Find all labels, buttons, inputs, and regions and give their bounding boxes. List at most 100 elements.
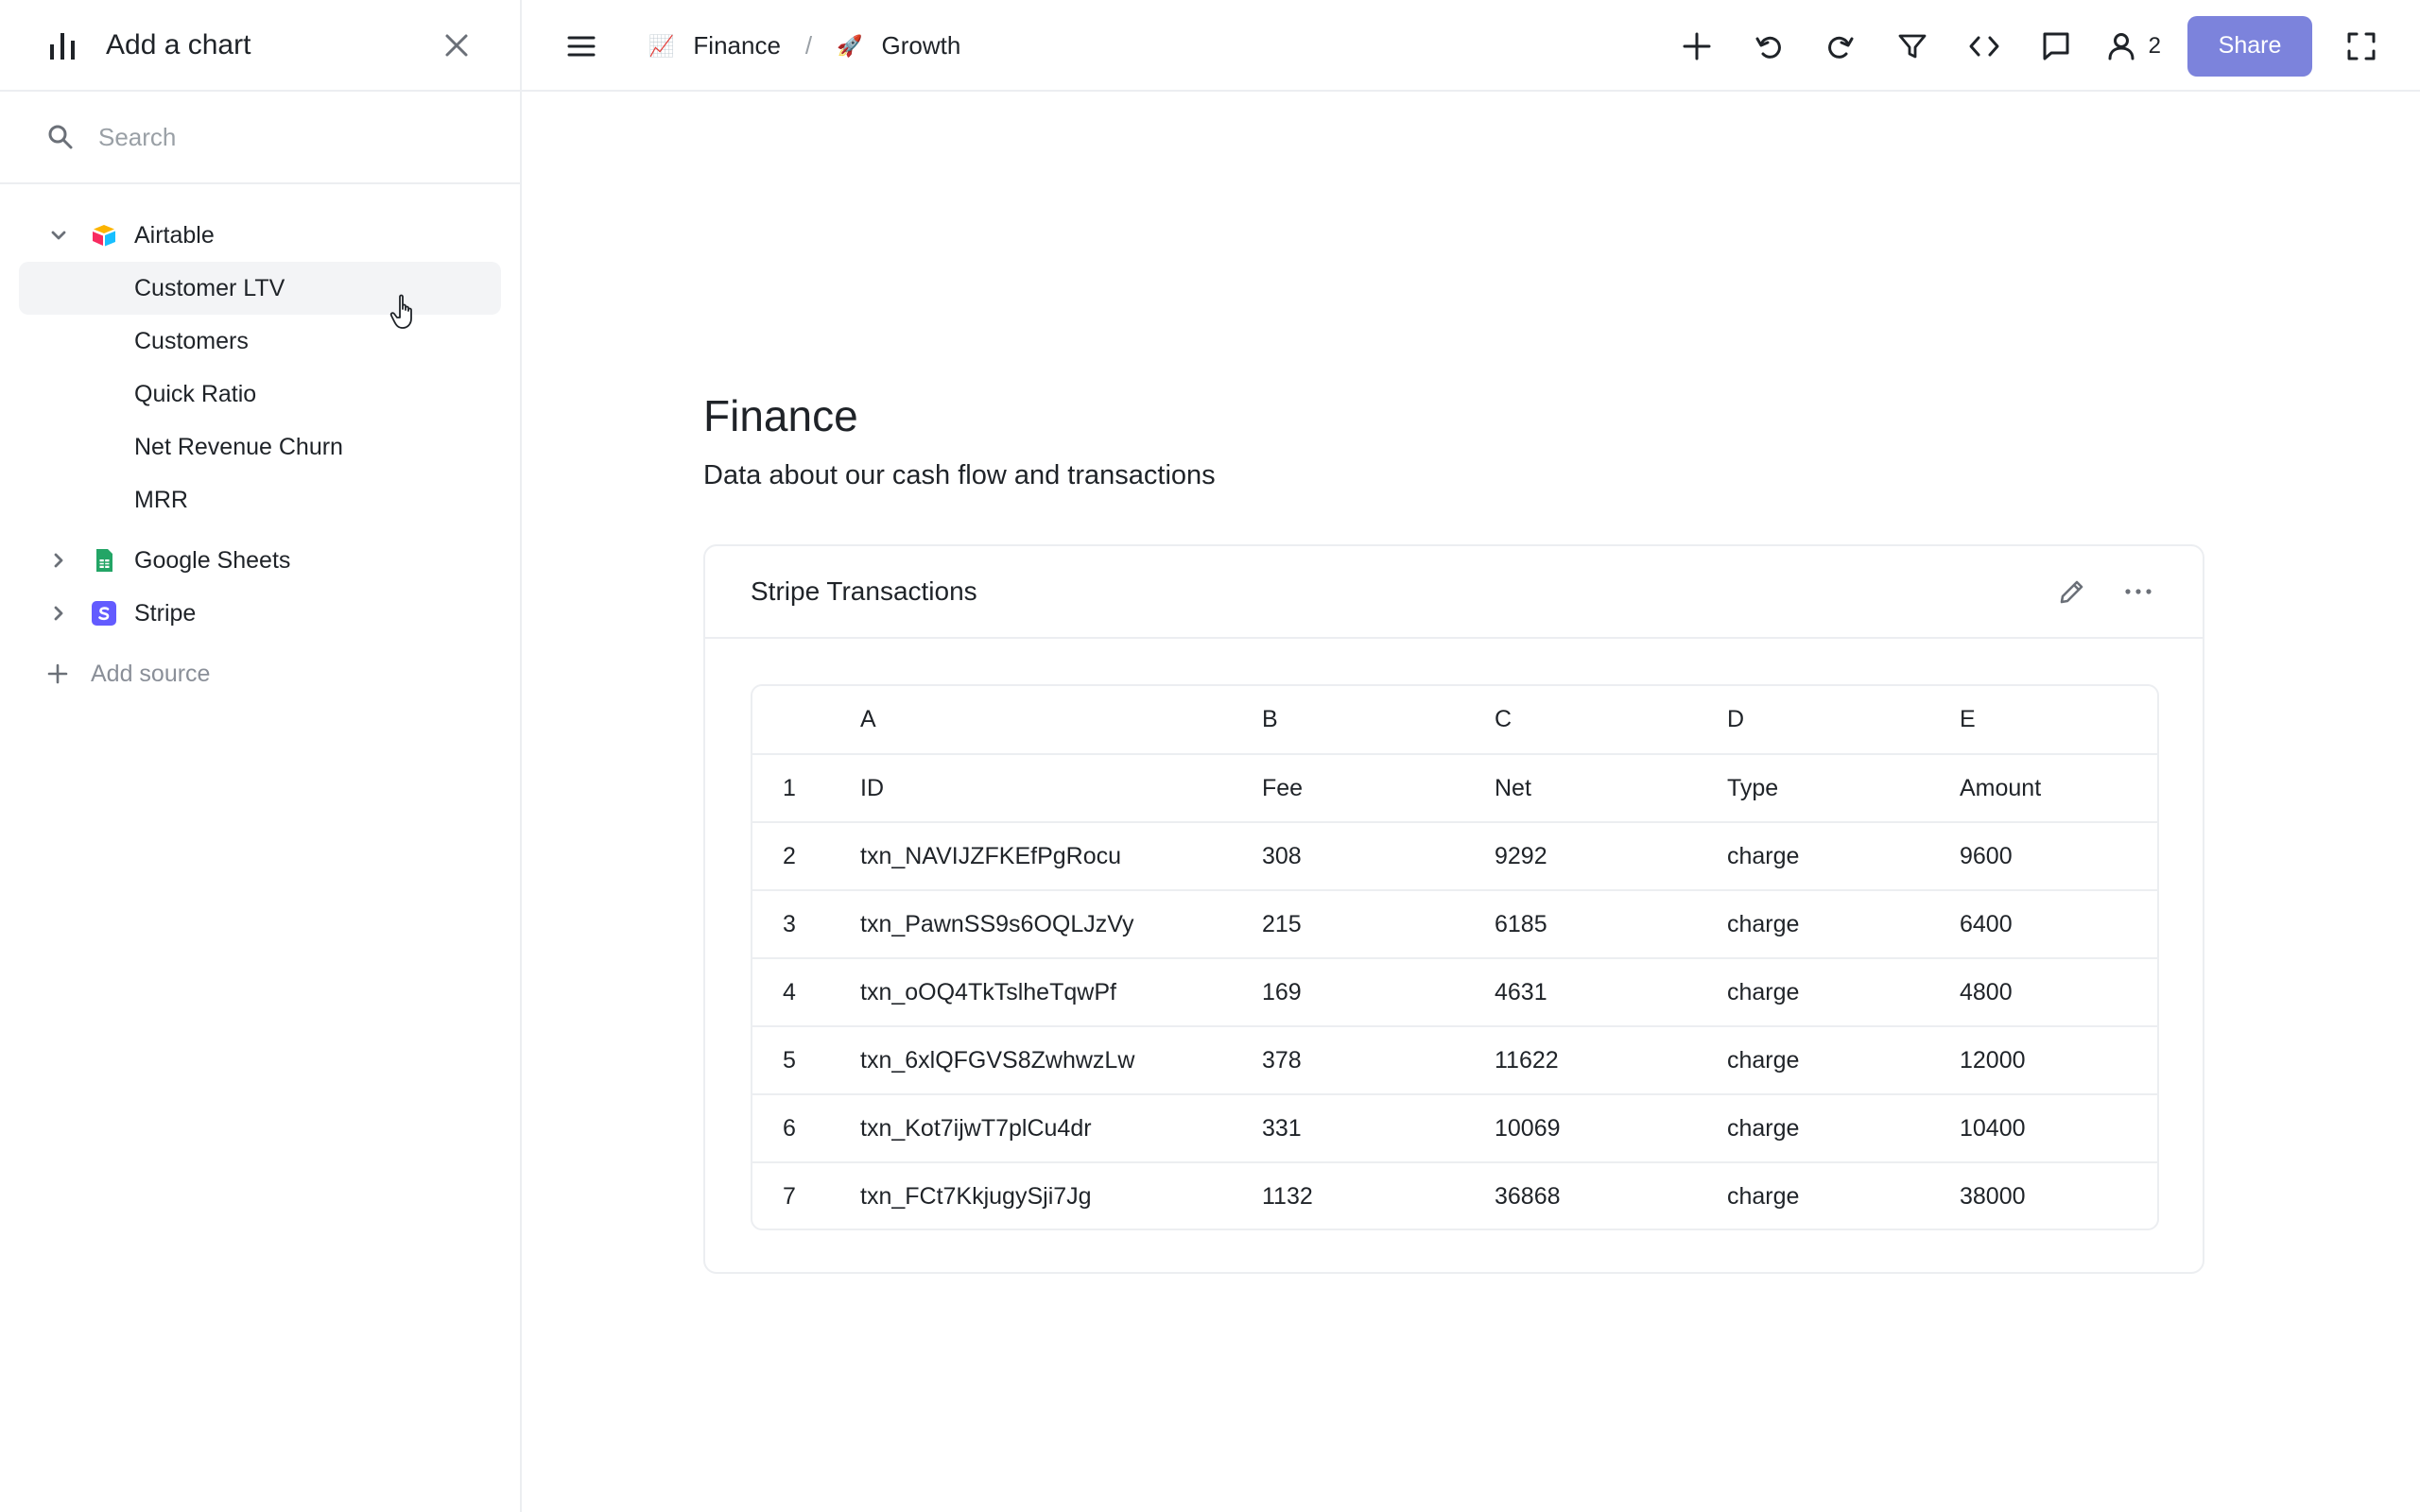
rocket-icon: 🚀 (837, 33, 863, 58)
row-number: 1 (783, 774, 796, 801)
edit-chart-button[interactable] (2053, 573, 2091, 610)
column-header[interactable]: E (1960, 686, 2157, 754)
table-cell[interactable]: txn_NAVIJZFKEfPgRocu (860, 822, 1262, 890)
source-stripe[interactable]: Stripe (19, 587, 501, 640)
row-number: 7 (783, 1183, 796, 1210)
table-cell[interactable]: charge (1727, 822, 1960, 890)
column-header[interactable]: C (1495, 686, 1727, 754)
table-cell[interactable]: 9600 (1960, 822, 2157, 890)
source-airtable[interactable]: Airtable (19, 209, 501, 262)
table-cell[interactable]: txn_Kot7ijwT7plCu4dr (860, 1094, 1262, 1162)
chevron-right-icon[interactable] (47, 602, 70, 625)
table-cell[interactable]: Amount (1960, 754, 2157, 822)
table-cell[interactable]: 12000 (1960, 1026, 2157, 1094)
table-cell[interactable]: txn_oOQ4TkTslheTqwPf (860, 958, 1262, 1026)
table-cell[interactable]: Net (1495, 754, 1727, 822)
breadcrumb-growth[interactable]: 🚀 Growth (837, 31, 960, 60)
sidebar-item-label: Customer LTV (134, 274, 285, 301)
sidebar-title: Add a chart (106, 28, 251, 60)
chevron-down-icon[interactable] (47, 224, 70, 247)
table-cell[interactable]: 6400 (1960, 890, 2157, 958)
column-header[interactable]: B (1262, 686, 1495, 754)
sidebar-search (0, 92, 520, 184)
row-number: 6 (783, 1114, 796, 1142)
sidebar-item-label: Quick Ratio (134, 380, 257, 407)
plus-icon (47, 663, 68, 684)
table-cell[interactable]: 4800 (1960, 958, 2157, 1026)
breadcrumb-label: Finance (693, 31, 781, 60)
table-cell[interactable]: 215 (1262, 890, 1495, 958)
row-number: 4 (783, 978, 796, 1005)
table-row: 7 txn_FCt7KkjugySji7Jg 1132 36868 charge… (752, 1162, 2157, 1228)
table-cell[interactable]: 378 (1262, 1026, 1495, 1094)
source-label: Stripe (134, 599, 197, 627)
breadcrumb-separator: / (804, 31, 813, 60)
table-row: 3 txn_PawnSS9s6OQLJzVy 215 6185 charge 6… (752, 890, 2157, 958)
table-cell[interactable]: 308 (1262, 822, 1495, 890)
table-cell[interactable]: 4631 (1495, 958, 1727, 1026)
table-cell[interactable]: Fee (1262, 754, 1495, 822)
sidebar-item-net-revenue-churn[interactable]: Net Revenue Churn (19, 421, 501, 473)
collaborators-count: 2 (2148, 32, 2161, 59)
table-row: 4 txn_oOQ4TkTslheTqwPf 169 4631 charge 4… (752, 958, 2157, 1026)
table-cell[interactable]: 1132 (1262, 1162, 1495, 1228)
spreadsheet-table: A B C D E 1 ID Fee Net Type Amount 2 txn… (751, 684, 2159, 1230)
fullscreen-button[interactable] (2344, 29, 2378, 63)
table-cell[interactable]: 10069 (1495, 1094, 1727, 1162)
user-icon (2108, 32, 2135, 60)
page-subtitle: Data about our cash flow and transaction… (703, 460, 1216, 490)
column-header[interactable]: A (860, 686, 1262, 754)
comments-button[interactable] (2035, 26, 2077, 67)
card-header: Stripe Transactions (705, 546, 2203, 639)
search-input[interactable] (98, 122, 473, 152)
table-cell[interactable]: charge (1727, 1162, 1960, 1228)
source-tree: Airtable Customer LTV Customers Quick Ra… (0, 184, 520, 700)
more-options-button[interactable] (2119, 573, 2157, 610)
sidebar-item-mrr[interactable]: MRR (19, 473, 501, 526)
filter-icon (1898, 34, 1927, 58)
more-horizontal-icon (2125, 589, 2152, 594)
table-cell[interactable]: txn_FCt7KkjugySji7Jg (860, 1162, 1262, 1228)
table-cell[interactable]: 36868 (1495, 1162, 1727, 1228)
table-cell[interactable]: 38000 (1960, 1162, 2157, 1228)
chevron-right-icon[interactable] (47, 549, 70, 572)
sidebar-item-quick-ratio[interactable]: Quick Ratio (19, 368, 501, 421)
filter-button[interactable] (1892, 26, 1933, 67)
chart-card: Stripe Transactions A B C D E 1 ID Fee N… (703, 544, 2204, 1274)
pencil-icon (2060, 580, 2083, 604)
code-icon (1969, 36, 1999, 56)
sidebar-item-customers[interactable]: Customers (19, 315, 501, 368)
table-cell[interactable]: 11622 (1495, 1026, 1727, 1094)
table-cell[interactable]: txn_6xlQFGVS8ZwhwzLw (860, 1026, 1262, 1094)
close-sidebar-button[interactable] (441, 29, 473, 61)
table-cell[interactable]: charge (1727, 890, 1960, 958)
table-cell[interactable]: txn_PawnSS9s6OQLJzVy (860, 890, 1262, 958)
breadcrumb: 📈 Finance / 🚀 Growth (648, 0, 960, 92)
table-cell[interactable]: Type (1727, 754, 1960, 822)
table-cell[interactable]: 169 (1262, 958, 1495, 1026)
breadcrumb-finance[interactable]: 📈 Finance (648, 31, 781, 60)
table-cell[interactable]: charge (1727, 1094, 1960, 1162)
page-title: Finance (703, 391, 858, 440)
table-cell[interactable]: 6185 (1495, 890, 1727, 958)
table-cell[interactable]: 9292 (1495, 822, 1727, 890)
column-header[interactable]: D (1727, 686, 1960, 754)
redo-button[interactable] (1820, 26, 1861, 67)
table-cell[interactable]: 10400 (1960, 1094, 2157, 1162)
menu-icon[interactable] (565, 30, 597, 62)
sidebar-item-customer-ltv[interactable]: Customer LTV (19, 262, 501, 315)
row-number: 2 (783, 842, 796, 869)
table-cell[interactable]: charge (1727, 1026, 1960, 1094)
add-button[interactable] (1676, 26, 1718, 67)
table-row: 2 txn_NAVIJZFKEfPgRocu 308 9292 charge 9… (752, 822, 2157, 890)
collaborators-button[interactable]: 2 (2107, 31, 2161, 61)
sidebar-header: Add a chart (0, 0, 520, 92)
source-google-sheets[interactable]: Google Sheets (19, 534, 501, 587)
table-cell[interactable]: ID (860, 754, 1262, 822)
add-source-button[interactable]: Add source (19, 647, 501, 700)
embed-code-button[interactable] (1963, 26, 2005, 67)
share-button[interactable]: Share (2187, 15, 2312, 77)
table-cell[interactable]: charge (1727, 958, 1960, 1026)
table-cell[interactable]: 331 (1262, 1094, 1495, 1162)
undo-button[interactable] (1748, 26, 1789, 67)
